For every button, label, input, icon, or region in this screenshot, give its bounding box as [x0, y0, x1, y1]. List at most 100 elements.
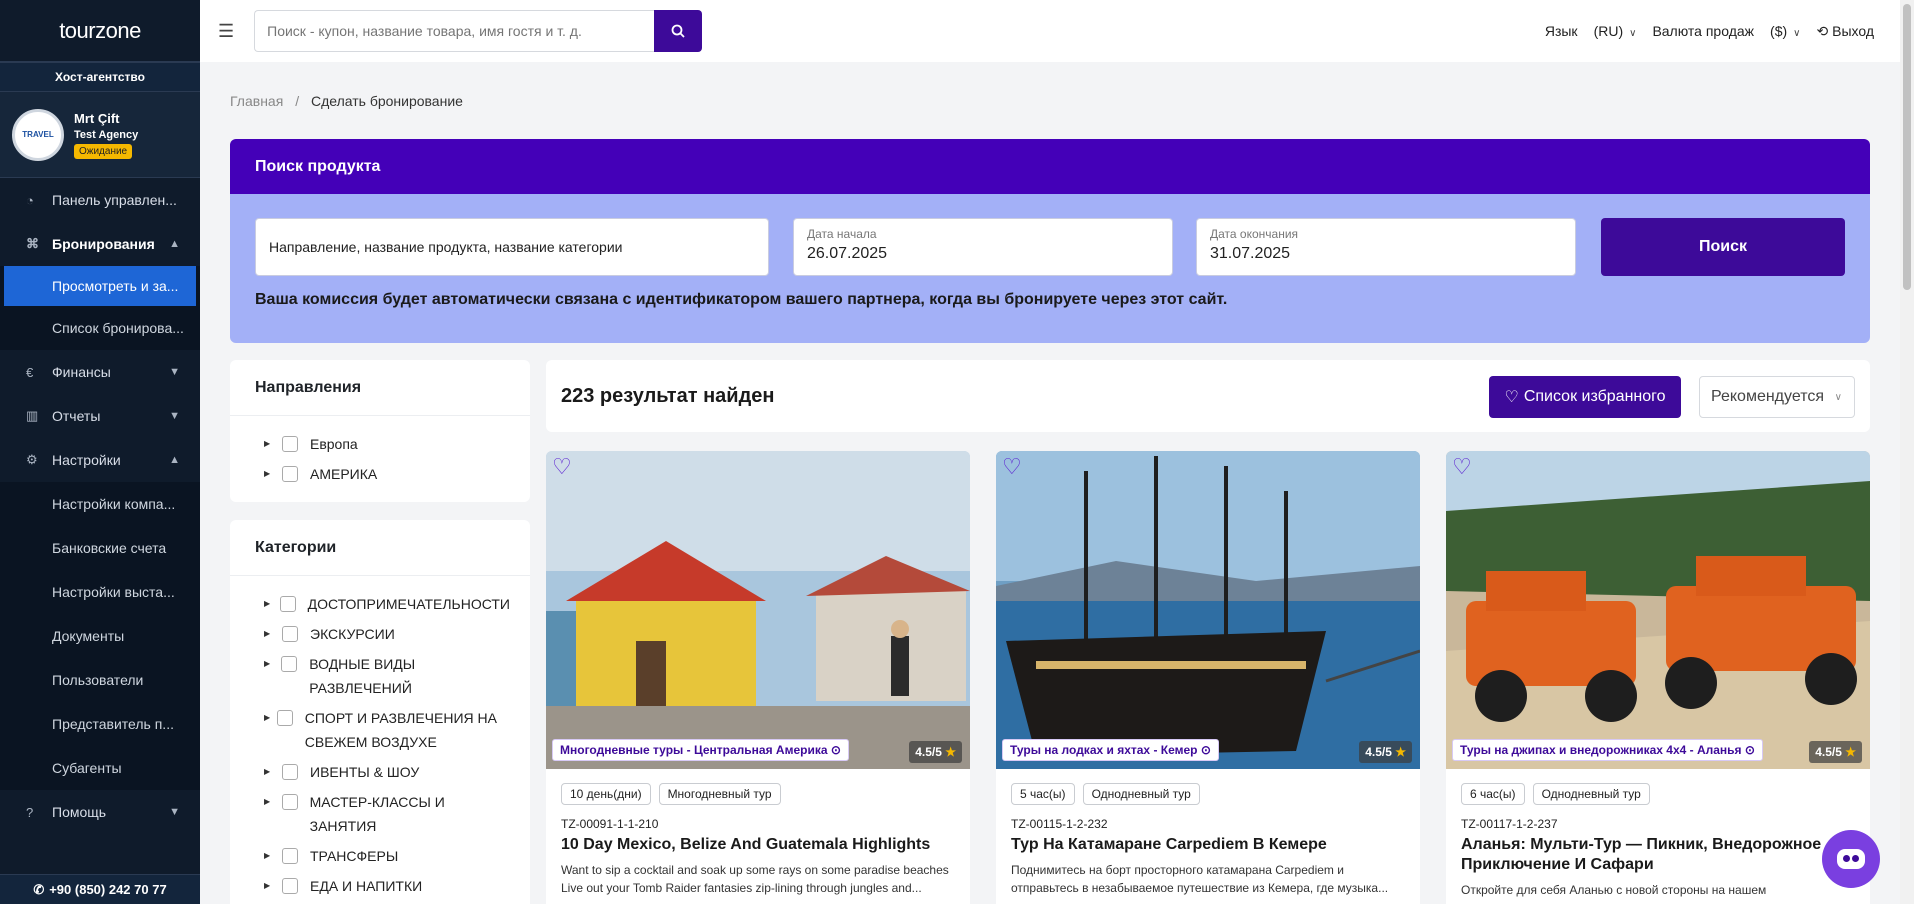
currency-select[interactable]: ($) ∨ — [1770, 23, 1800, 39]
filter-option[interactable]: ▶ ДОСТОПРИМЕЧАТЕЛЬНОСТИ — [264, 592, 510, 616]
product-card[interactable]: ♡ Многодневные туры - Центральная Америк… — [546, 451, 970, 904]
checkbox[interactable] — [282, 878, 298, 894]
checkbox[interactable] — [281, 794, 298, 810]
filter-option[interactable]: ▶ ТРАНСФЕРЫ — [264, 844, 510, 868]
category-badge[interactable]: Туры на джипах и внедорожниках 4х4 - Ала… — [1452, 739, 1763, 761]
expand-icon[interactable]: ▶ — [264, 790, 278, 814]
filter-option[interactable]: ▶ ВОДНЫЕ ВИДЫ РАЗВЛЕЧЕНИЙ — [264, 652, 510, 700]
product-code: TZ-00115-1-2-232 — [1011, 817, 1108, 831]
sidebar-item-bank-accounts[interactable]: Банковские счета — [0, 526, 200, 570]
end-date-field[interactable]: Дата окончания 31.07.2025 — [1196, 218, 1576, 276]
product-image[interactable]: ♡ Туры на джипах и внедорожниках 4х4 - А… — [1446, 451, 1870, 769]
expand-icon[interactable]: ▶ — [264, 462, 278, 486]
sidebar-item-finance[interactable]: € Финансы ▼ — [0, 350, 200, 394]
favorite-heart-icon[interactable]: ♡ — [552, 455, 576, 479]
filter-option[interactable]: ▶ АМЕРИКА — [264, 462, 530, 486]
results-count: 223 результат найден — [561, 384, 775, 407]
product-title[interactable]: Тур На Катамаране Carpediem В Кемере — [1011, 835, 1405, 855]
product-search-panel: Поиск продукта Направление, название про… — [230, 139, 1870, 343]
user-card: TRAVEL Mrt Çift Test Agency Ожидание — [0, 92, 200, 178]
duration-tag: 10 день(дни) — [561, 783, 651, 805]
sidebar-item-dashboard[interactable]: ◔ Панель управлен... — [0, 178, 200, 222]
favorite-heart-icon[interactable]: ♡ — [1002, 455, 1026, 479]
destinations-title: Направления — [230, 360, 530, 416]
logout-button[interactable]: ⟲ Выход — [1816, 23, 1874, 40]
sidebar-item-bookings[interactable]: ⌘ Бронирования ▲ — [0, 222, 200, 266]
sidebar-item-documents[interactable]: Документы — [0, 614, 200, 658]
page-scrollbar[interactable] — [1900, 0, 1914, 904]
product-description: Want to sip a cocktail and soak up some … — [561, 863, 949, 895]
product-search-button[interactable]: Поиск — [1601, 218, 1845, 276]
expand-icon[interactable]: ▶ — [264, 432, 278, 456]
destination-input[interactable]: Направление, название продукта, название… — [255, 218, 769, 276]
rating-value: 4.5/5 — [915, 745, 942, 759]
start-date-label: Дата начала — [807, 227, 877, 241]
sidebar-item-settings[interactable]: ⚙ Настройки ▲ — [0, 438, 200, 482]
filter-option[interactable]: ▶ СПОРТ И РАЗВЛЕЧЕНИЯ НА СВЕЖЕМ ВОЗДУХЕ — [264, 706, 510, 754]
sidebar-item-help[interactable]: ? Помощь ▼ — [0, 790, 200, 834]
chat-widget-button[interactable] — [1822, 830, 1880, 888]
search-input[interactable] — [254, 10, 655, 52]
checkbox[interactable] — [282, 764, 298, 780]
filter-option[interactable]: ▶ ЕДА И НАПИТКИ — [264, 874, 510, 898]
rating-value: 4.5/5 — [1365, 745, 1392, 759]
menu-toggle-icon[interactable]: ☰ — [218, 21, 234, 42]
scrollbar-thumb[interactable] — [1903, 4, 1911, 290]
sidebar-item-subagents[interactable]: Субагенты — [0, 746, 200, 790]
checkbox[interactable] — [282, 626, 298, 642]
checkbox[interactable] — [281, 656, 298, 672]
language-select[interactable]: (RU) ∨ — [1594, 23, 1637, 39]
checkbox[interactable] — [282, 436, 298, 452]
categories-filter: Категории ▶ ДОСТОПРИМЕЧАТЕЛЬНОСТИ ▶ ЭКСКУР… — [230, 520, 530, 904]
product-image[interactable]: ♡ Туры на лодках и яхтах - Кемер ⊙ 4.5/5… — [996, 451, 1420, 769]
sidebar-item-users[interactable]: Пользователи — [0, 658, 200, 702]
filter-option-label: ТРАНСФЕРЫ — [310, 848, 399, 864]
filter-option[interactable]: ▶ МАСТЕР-КЛАССЫ И ЗАНЯТИЯ — [264, 790, 510, 838]
filter-option[interactable]: ▶ Европа — [264, 432, 530, 456]
end-date-value: 31.07.2025 — [1210, 245, 1291, 262]
currency-value: ($) — [1770, 23, 1788, 39]
favorites-button[interactable]: ♡ Список избранного — [1489, 376, 1681, 418]
logo[interactable]: tourzone — [0, 0, 200, 62]
support-phone[interactable]: ✆ +90 (850) 242 70 77 — [0, 874, 200, 904]
search-button[interactable] — [654, 10, 703, 52]
product-card[interactable]: ♡ Туры на лодках и яхтах - Кемер ⊙ 4.5/5… — [996, 451, 1420, 904]
expand-icon[interactable]: ▶ — [264, 652, 277, 676]
expand-icon[interactable]: ▶ — [264, 844, 278, 868]
expand-icon[interactable]: ▶ — [264, 874, 278, 898]
start-date-field[interactable]: Дата начала 26.07.2025 — [793, 218, 1173, 276]
sidebar-item-billing-settings[interactable]: Настройки выста... — [0, 570, 200, 614]
expand-icon[interactable]: ▶ — [264, 622, 278, 646]
sidebar-item-view-book[interactable]: Просмотреть и за... — [4, 266, 196, 306]
sidebar-item-representative[interactable]: Представитель п... — [0, 702, 200, 746]
results-header: 223 результат найден ♡ Список избранного … — [546, 360, 1870, 432]
filter-option-label: ЭКСКУРСИИ — [310, 626, 395, 642]
checkbox[interactable] — [282, 466, 298, 482]
sidebar-item-company-settings[interactable]: Настройки компа... — [0, 482, 200, 526]
expand-icon[interactable]: ▶ — [264, 706, 273, 730]
tour-type-tag: Многодневный тур — [658, 783, 781, 805]
product-image[interactable]: ♡ Многодневные туры - Центральная Америк… — [546, 451, 970, 769]
sort-select[interactable]: Рекомендуется ∨ — [1699, 376, 1855, 418]
checkbox[interactable] — [276, 710, 293, 726]
product-title[interactable]: Аланья: Мульти-Тур — Пикник, Внедорожное… — [1461, 835, 1855, 875]
expand-icon[interactable]: ▶ — [264, 760, 278, 784]
chevron-up-icon: ▲ — [169, 238, 180, 250]
sidebar-item-booking-list[interactable]: Список бронирова... — [0, 306, 200, 350]
favorite-heart-icon[interactable]: ♡ — [1452, 455, 1476, 479]
chevron-up-icon: ▲ — [169, 454, 180, 466]
checkbox[interactable] — [279, 596, 296, 612]
category-badge[interactable]: Многодневные туры - Центральная Америка … — [552, 739, 849, 761]
product-card[interactable]: ♡ Туры на джипах и внедорожниках 4х4 - А… — [1446, 451, 1870, 904]
panel-body: Направление, название продукта, название… — [230, 194, 1870, 343]
filter-option[interactable]: ▶ ЭКСКУРСИИ — [264, 622, 510, 646]
breadcrumb-home[interactable]: Главная — [230, 93, 283, 109]
filter-option[interactable]: ▶ ИВЕНТЫ & ШОУ — [264, 760, 510, 784]
product-title[interactable]: 10 Day Mexico, Belize And Guatemala High… — [561, 835, 955, 855]
phone-icon: ✆ — [33, 881, 45, 897]
category-badge[interactable]: Туры на лодках и яхтах - Кемер ⊙ — [1002, 739, 1219, 761]
expand-icon[interactable]: ▶ — [264, 592, 276, 616]
checkbox[interactable] — [282, 848, 298, 864]
settings-submenu: Настройки компа... Банковские счета Наст… — [0, 482, 200, 790]
sidebar-item-reports[interactable]: ▥ Отчеты ▼ — [0, 394, 200, 438]
